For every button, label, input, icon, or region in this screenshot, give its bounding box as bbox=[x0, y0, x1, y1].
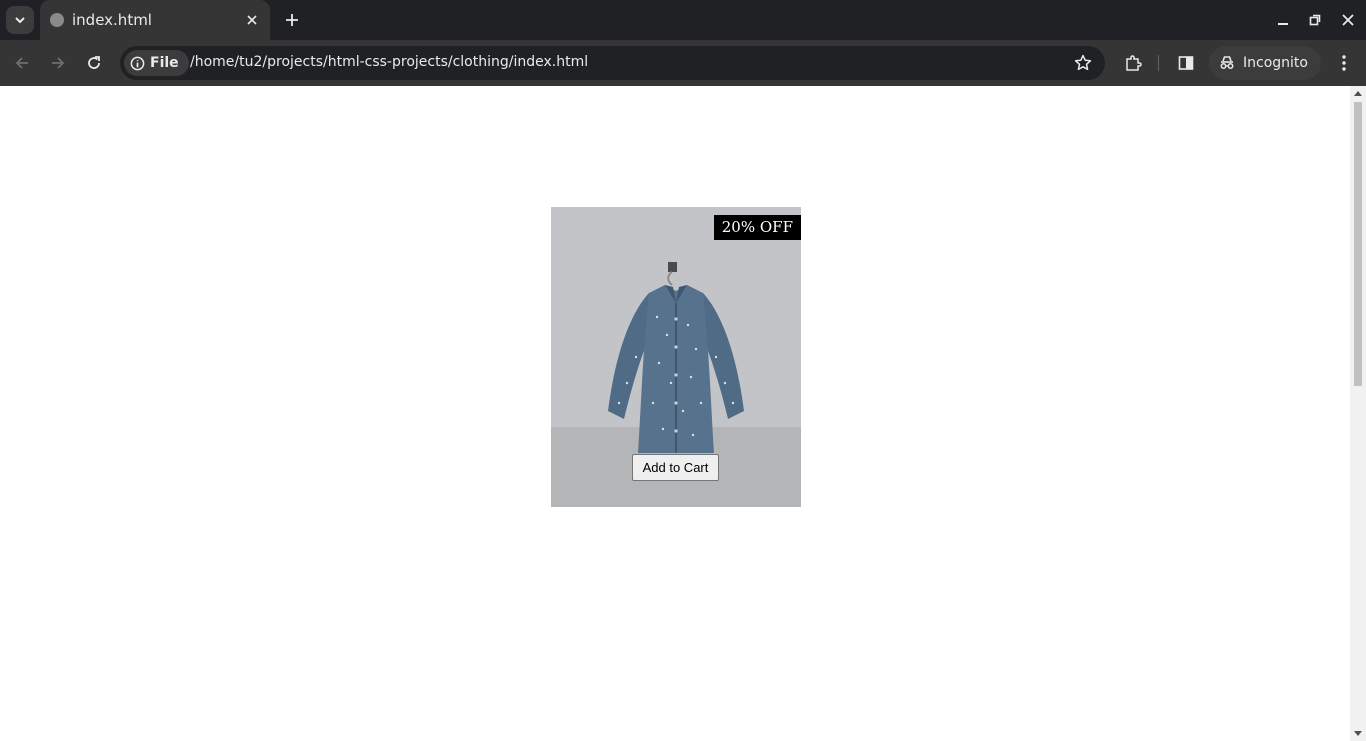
back-icon bbox=[15, 57, 28, 69]
minimize-icon bbox=[1278, 23, 1288, 25]
incognito-indicator[interactable]: Incognito bbox=[1209, 46, 1321, 80]
chevron-down-icon bbox=[15, 17, 25, 24]
side-panel-button[interactable] bbox=[1174, 51, 1198, 75]
reload-icon bbox=[88, 56, 100, 69]
tab-close-button[interactable] bbox=[242, 10, 262, 30]
page-viewport: 20% OFF Add to Cart bbox=[0, 86, 1366, 741]
forward-icon bbox=[52, 57, 65, 69]
back-button[interactable] bbox=[8, 49, 36, 77]
active-tab[interactable]: index.html bbox=[40, 0, 270, 40]
tab-title: index.html bbox=[72, 11, 152, 29]
scrollbar-thumb[interactable] bbox=[1354, 102, 1362, 386]
bookmark-button[interactable] bbox=[1073, 53, 1093, 73]
minimize-button[interactable] bbox=[1271, 8, 1295, 32]
tab-strip: index.html bbox=[0, 0, 1366, 40]
window-close-icon bbox=[1342, 14, 1354, 26]
globe-icon bbox=[50, 13, 64, 27]
star-icon bbox=[1074, 54, 1092, 71]
vertical-scrollbar[interactable] bbox=[1350, 86, 1366, 741]
site-info-chip[interactable]: File bbox=[124, 50, 189, 76]
window-close-button[interactable] bbox=[1336, 8, 1360, 32]
restore-button[interactable] bbox=[1303, 8, 1327, 32]
incognito-label: Incognito bbox=[1243, 55, 1308, 71]
extensions-button[interactable] bbox=[1121, 51, 1145, 75]
address-bar[interactable]: File /home/tu2/projects/html-css-project… bbox=[120, 46, 1105, 80]
close-icon bbox=[247, 15, 257, 25]
browser-toolbar: File /home/tu2/projects/html-css-project… bbox=[0, 40, 1366, 86]
toolbar-separator bbox=[1158, 55, 1159, 71]
tab-search-button[interactable] bbox=[6, 6, 34, 34]
scroll-down-arrow-icon[interactable] bbox=[1354, 731, 1362, 736]
plus-icon bbox=[286, 14, 298, 26]
site-info-label: File bbox=[150, 55, 179, 71]
extensions-icon bbox=[1126, 55, 1142, 71]
new-tab-button[interactable] bbox=[280, 8, 304, 32]
product-card: 20% OFF Add to Cart bbox=[551, 207, 801, 507]
menu-icon bbox=[1342, 55, 1346, 71]
scroll-up-arrow-icon[interactable] bbox=[1354, 91, 1362, 96]
browser-menu-button[interactable] bbox=[1332, 51, 1356, 75]
side-panel-icon bbox=[1178, 56, 1194, 70]
add-to-cart-button[interactable]: Add to Cart bbox=[632, 454, 719, 481]
incognito-icon bbox=[1220, 56, 1234, 69]
forward-button[interactable] bbox=[44, 49, 72, 77]
discount-badge: 20% OFF bbox=[713, 215, 801, 240]
info-icon bbox=[130, 56, 145, 70]
restore-icon bbox=[1309, 14, 1321, 26]
url-text[interactable]: /home/tu2/projects/html-css-projects/clo… bbox=[190, 54, 588, 70]
reload-button[interactable] bbox=[80, 49, 108, 77]
